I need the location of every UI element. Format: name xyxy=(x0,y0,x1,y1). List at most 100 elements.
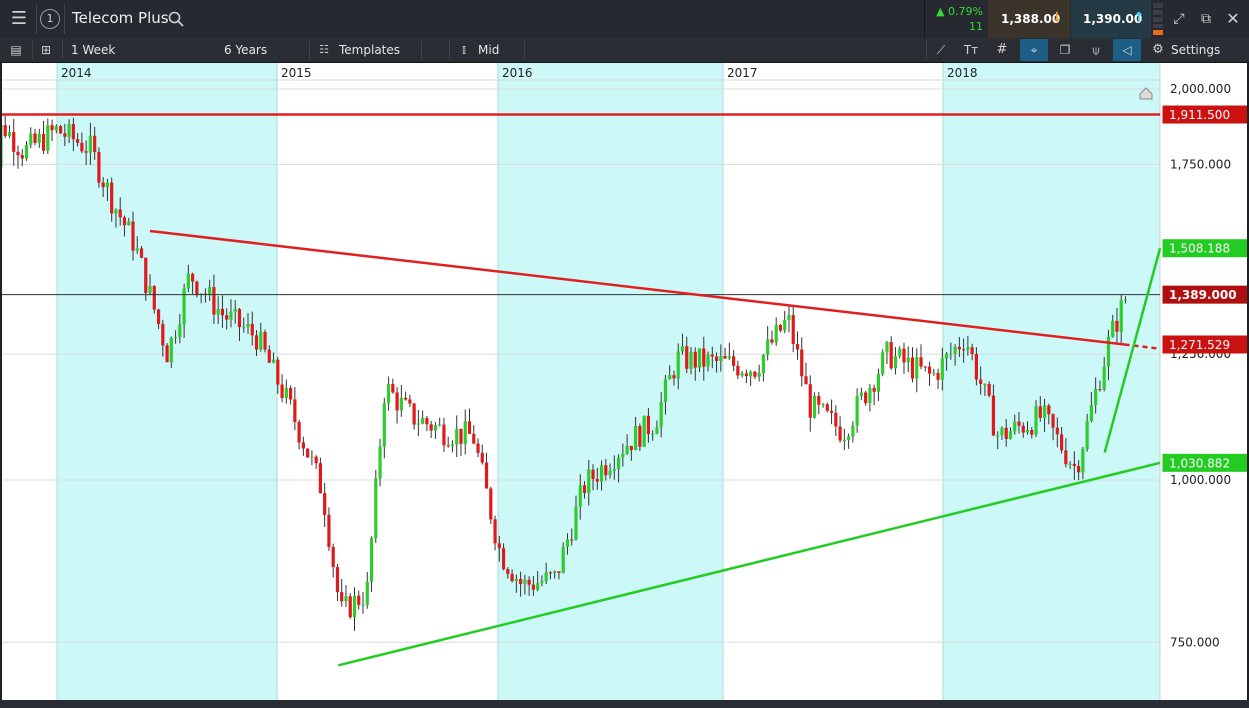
chart-area[interactable]: 2014 2015 2016 2017 2018 2,000.000 1,750.000 1,… xyxy=(0,63,1248,700)
candle-body xyxy=(105,182,110,188)
candle-body xyxy=(306,448,310,458)
text-tool-icon[interactable]: Tт xyxy=(960,42,982,58)
panel-icon[interactable]: ▤ xyxy=(8,42,24,58)
candle-body xyxy=(936,372,940,380)
candle-body xyxy=(242,326,246,328)
windows-icon[interactable]: ❐ xyxy=(1056,42,1074,58)
candle-body xyxy=(872,387,876,392)
candlestick-icon[interactable]: ⫾ xyxy=(455,42,473,58)
link-group-icon[interactable]: 1 xyxy=(40,9,60,29)
candle-body xyxy=(787,315,791,321)
crosshair-icon[interactable]: ⌖ xyxy=(1020,39,1048,61)
price-tag-label: 1,389.000 xyxy=(1169,288,1237,302)
sell-button[interactable]: 1,388.00 ↓ xyxy=(988,0,1070,38)
candle-body xyxy=(599,465,604,482)
buy-button[interactable]: 1,390.00 ↑ xyxy=(1071,0,1151,38)
candle-body xyxy=(80,142,84,152)
candle-body xyxy=(1085,421,1089,450)
candle-body xyxy=(680,346,685,352)
candle-body xyxy=(736,365,740,376)
candle-body xyxy=(216,308,220,315)
candle-body xyxy=(1055,427,1059,435)
candle-body xyxy=(812,395,817,418)
candle-body xyxy=(987,383,991,396)
candle-body xyxy=(178,324,182,338)
candle-body xyxy=(655,427,659,434)
candle-body xyxy=(463,421,467,444)
candle-body xyxy=(506,569,510,574)
tag-icon[interactable]: ◁ xyxy=(1113,39,1141,61)
candle-body xyxy=(910,357,915,379)
candle-body xyxy=(616,457,621,469)
menu-icon[interactable]: ☰ xyxy=(8,8,30,30)
templates-icon[interactable]: ☷ xyxy=(316,42,332,58)
candle-body xyxy=(237,309,242,328)
instrument-name[interactable]: Telecom Plus xyxy=(72,9,169,27)
price-chart[interactable]: 2014 2015 2016 2017 2018 2,000.000 1,750.000 1,… xyxy=(0,63,1248,700)
close-icon[interactable]: ✕ xyxy=(1224,10,1242,28)
candle-body xyxy=(706,354,710,367)
candle-body xyxy=(817,395,821,405)
candle-body xyxy=(974,353,978,380)
grid-icon[interactable]: # xyxy=(993,42,1011,58)
interval-select[interactable]: 1 Week xyxy=(71,38,115,62)
candle-body xyxy=(41,133,46,151)
y-tick-label: 2,000.000 xyxy=(1170,82,1231,96)
candle-body xyxy=(761,354,766,373)
y-tick-label: 1,750.000 xyxy=(1170,157,1231,171)
candle-body xyxy=(702,348,706,367)
indicator-icon[interactable]: ⍦ xyxy=(1087,42,1105,58)
candle-body xyxy=(834,412,838,427)
candle-body xyxy=(212,287,216,315)
candle-body xyxy=(949,353,953,355)
candle-body xyxy=(344,596,348,602)
templates-button[interactable]: Templates xyxy=(339,38,400,62)
candle-body xyxy=(314,456,318,464)
candle-body xyxy=(1072,463,1076,467)
candle-body xyxy=(1021,425,1025,433)
candle-body xyxy=(561,546,565,573)
candle-body xyxy=(472,433,476,444)
candle-body xyxy=(749,371,753,377)
candle-body xyxy=(446,445,450,447)
candle-body xyxy=(582,485,587,494)
layout-icon[interactable]: ⊞ xyxy=(38,42,54,58)
candle-body xyxy=(1077,466,1081,473)
candle-body xyxy=(510,573,514,582)
candle-body xyxy=(101,182,105,188)
gear-icon[interactable]: ⚙ xyxy=(1150,42,1166,58)
candle-body xyxy=(710,354,714,357)
settings-button[interactable]: Settings xyxy=(1171,38,1220,62)
candle-body xyxy=(923,366,927,368)
price-type-select[interactable]: Mid xyxy=(478,38,499,62)
candle-body xyxy=(480,452,484,463)
x-tick-label: 2018 xyxy=(947,66,978,80)
candle-body xyxy=(7,131,12,136)
candle-body xyxy=(672,375,676,379)
candle-body xyxy=(612,468,616,471)
candle-body xyxy=(642,415,646,447)
candle-body xyxy=(659,402,663,428)
candle-body xyxy=(156,309,161,324)
candle-body xyxy=(906,357,910,363)
candle-body xyxy=(93,135,97,153)
search-icon[interactable] xyxy=(168,11,184,27)
candle-body xyxy=(719,356,723,361)
candle-body xyxy=(348,596,352,618)
candle-body xyxy=(727,356,731,359)
candle-body xyxy=(361,604,365,606)
candle-body xyxy=(276,359,280,385)
candle-body xyxy=(467,421,472,434)
candle-body xyxy=(114,209,118,214)
candle-body xyxy=(459,428,463,444)
candle-body xyxy=(825,404,829,411)
candle-body xyxy=(1025,429,1030,433)
expand-icon[interactable]: ⤢ xyxy=(1170,10,1188,28)
candle-body xyxy=(1098,389,1102,391)
range-select[interactable]: 6 Years xyxy=(224,38,267,62)
price-tag-label: 1,508.188 xyxy=(1169,242,1230,256)
draw-line-icon[interactable]: ⟋ xyxy=(932,42,950,58)
candle-body xyxy=(455,428,459,445)
popout-icon[interactable]: ⧉ xyxy=(1197,10,1215,28)
candle-body xyxy=(144,257,148,294)
